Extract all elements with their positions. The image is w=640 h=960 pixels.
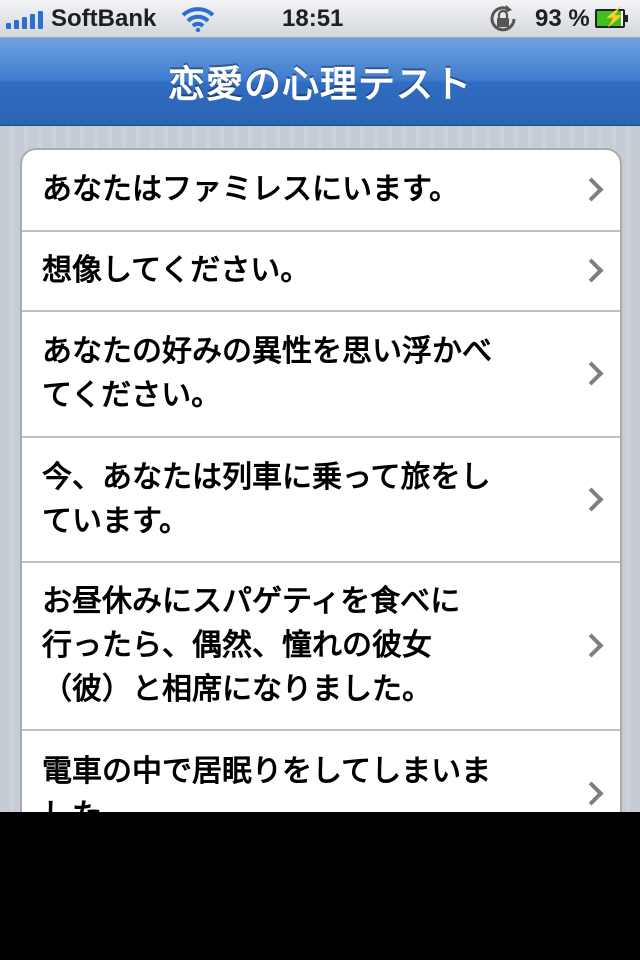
status-bar: SoftBank 18:51 93 % ⚡ <box>0 0 640 38</box>
chevron-right-icon <box>579 258 604 283</box>
content-area[interactable]: あなたはファミレスにいます。 想像してください。 あなたの好みの異性を思い浮かべ… <box>0 126 640 812</box>
list-item-label: お昼休みにスパゲティを食べに 行ったら、偶然、憧れの彼女 （彼）と相席になりまし… <box>42 584 461 707</box>
list-item[interactable]: あなたの好みの異性を思い浮かべ てください。 <box>22 312 620 438</box>
list-item-label: 想像してください。 <box>42 253 311 288</box>
chevron-right-icon <box>579 633 604 658</box>
list-item-label: 電車の中で居眠りをしてしまいま した。 <box>42 754 492 812</box>
list-item-label: あなたの好みの異性を思い浮かべ てください。 <box>42 334 492 413</box>
chevron-right-icon <box>579 177 604 202</box>
chevron-right-icon <box>579 361 604 386</box>
page-title: 恋愛の心理テスト <box>168 63 472 106</box>
chevron-right-icon <box>579 486 604 512</box>
list-item[interactable]: お昼休みにスパゲティを食べに 行ったら、偶然、憧れの彼女 （彼）と相席になりまし… <box>22 563 620 731</box>
list-item[interactable]: あなたはファミレスにいます。 <box>22 150 620 232</box>
list-item-label: あなたはファミレスにいます。 <box>42 172 459 207</box>
wifi-icon <box>181 7 215 32</box>
battery-percentage: 93 % <box>535 5 590 32</box>
rotation-lock-icon <box>490 5 516 32</box>
list-item[interactable]: 電車の中で居眠りをしてしまいま した。 <box>22 731 620 812</box>
question-list: あなたはファミレスにいます。 想像してください。 あなたの好みの異性を思い浮かべ… <box>20 148 622 812</box>
battery-charging-icon: ⚡ <box>595 7 629 28</box>
status-time: 18:51 <box>282 5 344 32</box>
carrier-name: SoftBank <box>51 5 157 32</box>
chevron-right-icon <box>579 781 604 806</box>
black-letterbox <box>0 812 640 960</box>
list-item-label: 今、あなたは列車に乗って旅をし ています。 <box>42 459 491 539</box>
list-item[interactable]: 想像してください。 <box>22 232 620 312</box>
phone-screen: SoftBank 18:51 93 % ⚡ 恋愛の心理テスト あなたはファミレス… <box>0 0 640 960</box>
navigation-bar: 恋愛の心理テスト <box>0 38 640 126</box>
list-item[interactable]: 今、あなたは列車に乗って旅をし ています。 <box>22 438 620 563</box>
